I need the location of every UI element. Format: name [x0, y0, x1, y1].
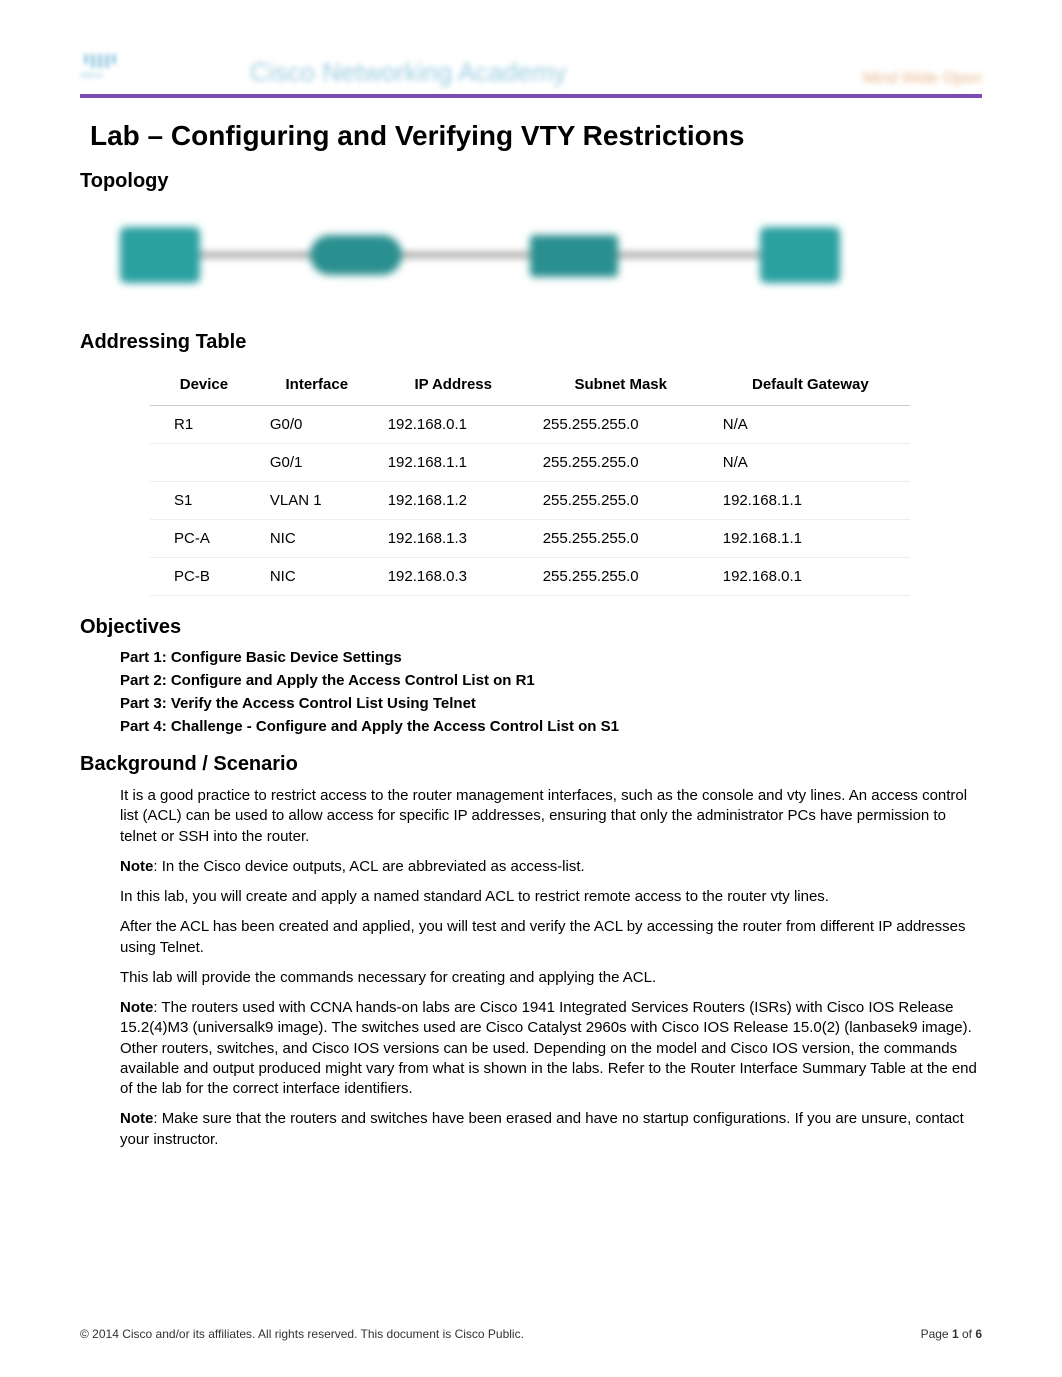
background-para: After the ACL has been created and appli…: [120, 917, 982, 958]
cell: 192.168.1.2: [376, 482, 531, 520]
page-header: cisco Cisco Networking Academy Mind Wide…: [80, 40, 982, 98]
cell: 255.255.255.0: [531, 520, 711, 558]
background-para: In this lab, you will create and apply a…: [120, 887, 982, 907]
table-row: PC-B NIC 192.168.0.3 255.255.255.0 192.1…: [150, 558, 910, 596]
cell: 255.255.255.0: [531, 558, 711, 596]
cell: 192.168.0.1: [376, 406, 531, 444]
cell: 255.255.255.0: [531, 444, 711, 482]
background-para: This lab will provide the commands neces…: [120, 968, 982, 988]
cell: VLAN 1: [258, 482, 376, 520]
page-footer: © 2014 Cisco and/or its affiliates. All …: [80, 1327, 982, 1341]
cell: S1: [150, 482, 258, 520]
footer-page-number: Page 1 of 6: [921, 1327, 982, 1341]
table-row: R1 G0/0 192.168.0.1 255.255.255.0 N/A: [150, 406, 910, 444]
objectives-list: Part 1: Configure Basic Device Settings …: [120, 649, 982, 735]
cell: N/A: [711, 444, 910, 482]
th-mask: Subnet Mask: [531, 364, 711, 406]
section-objectives-heading: Objectives: [80, 616, 982, 639]
background-para: Note: The routers used with CCNA hands-o…: [120, 998, 982, 1099]
cell: N/A: [711, 406, 910, 444]
th-ip: IP Address: [376, 364, 531, 406]
header-academy-text: Cisco Networking Academy: [250, 57, 566, 88]
section-addressing-heading: Addressing Table: [80, 331, 982, 354]
background-para: Note: Make sure that the routers and swi…: [120, 1109, 982, 1150]
th-interface: Interface: [258, 364, 376, 406]
note-text: In the Cisco device outputs, ACL are abb…: [162, 858, 585, 875]
table-header-row: Device Interface IP Address Subnet Mask …: [150, 364, 910, 406]
table-row: G0/1 192.168.1.1 255.255.255.0 N/A: [150, 444, 910, 482]
addressing-table: Device Interface IP Address Subnet Mask …: [150, 364, 910, 596]
cell: G0/1: [258, 444, 376, 482]
cell: 192.168.0.1: [711, 558, 910, 596]
note-text: The routers used with CCNA hands-on labs…: [120, 999, 977, 1097]
cell: NIC: [258, 558, 376, 596]
footer-page-prefix: Page: [921, 1327, 952, 1341]
table-row: S1 VLAN 1 192.168.1.2 255.255.255.0 192.…: [150, 482, 910, 520]
th-device: Device: [150, 364, 258, 406]
footer-page-mid: of: [959, 1327, 976, 1341]
cell: 192.168.1.3: [376, 520, 531, 558]
note-text: Make sure that the routers and switches …: [120, 1110, 964, 1147]
cell: R1: [150, 406, 258, 444]
cell: G0/0: [258, 406, 376, 444]
cell: 192.168.0.3: [376, 558, 531, 596]
th-gateway: Default Gateway: [711, 364, 910, 406]
table-row: PC-A NIC 192.168.1.3 255.255.255.0 192.1…: [150, 520, 910, 558]
background-para: It is a good practice to restrict access…: [120, 786, 982, 847]
footer-copyright: © 2014 Cisco and/or its affiliates. All …: [80, 1327, 524, 1341]
topology-router-icon: [310, 235, 402, 275]
cell: 192.168.1.1: [711, 520, 910, 558]
cell: 192.168.1.1: [711, 482, 910, 520]
cell: PC-A: [150, 520, 258, 558]
background-para: Note: In the Cisco device outputs, ACL a…: [120, 857, 982, 877]
topology-pc-a-icon: [760, 227, 840, 283]
topology-pc-b-icon: [120, 227, 200, 283]
cell: NIC: [258, 520, 376, 558]
logo-word: cisco: [80, 70, 140, 81]
objective-item: Part 2: Configure and Apply the Access C…: [120, 672, 982, 689]
cell: 192.168.1.1: [376, 444, 531, 482]
cell: 255.255.255.0: [531, 482, 711, 520]
header-tagline: Mind Wide Open: [863, 70, 982, 88]
footer-page-current: 1: [952, 1327, 959, 1341]
topology-diagram: [120, 203, 860, 313]
objective-item: Part 1: Configure Basic Device Settings: [120, 649, 982, 666]
cisco-logo: cisco: [80, 54, 140, 81]
topology-switch-icon: [530, 235, 618, 277]
cell: PC-B: [150, 558, 258, 596]
background-body: It is a good practice to restrict access…: [120, 786, 982, 1150]
page-title: Lab – Configuring and Verifying VTY Rest…: [90, 120, 982, 152]
objective-item: Part 3: Verify the Access Control List U…: [120, 695, 982, 712]
cell: [150, 444, 258, 482]
footer-page-total: 6: [975, 1327, 982, 1341]
section-topology-heading: Topology: [80, 170, 982, 193]
objective-item: Part 4: Challenge - Configure and Apply …: [120, 718, 982, 735]
cell: 255.255.255.0: [531, 406, 711, 444]
section-background-heading: Background / Scenario: [80, 753, 982, 776]
